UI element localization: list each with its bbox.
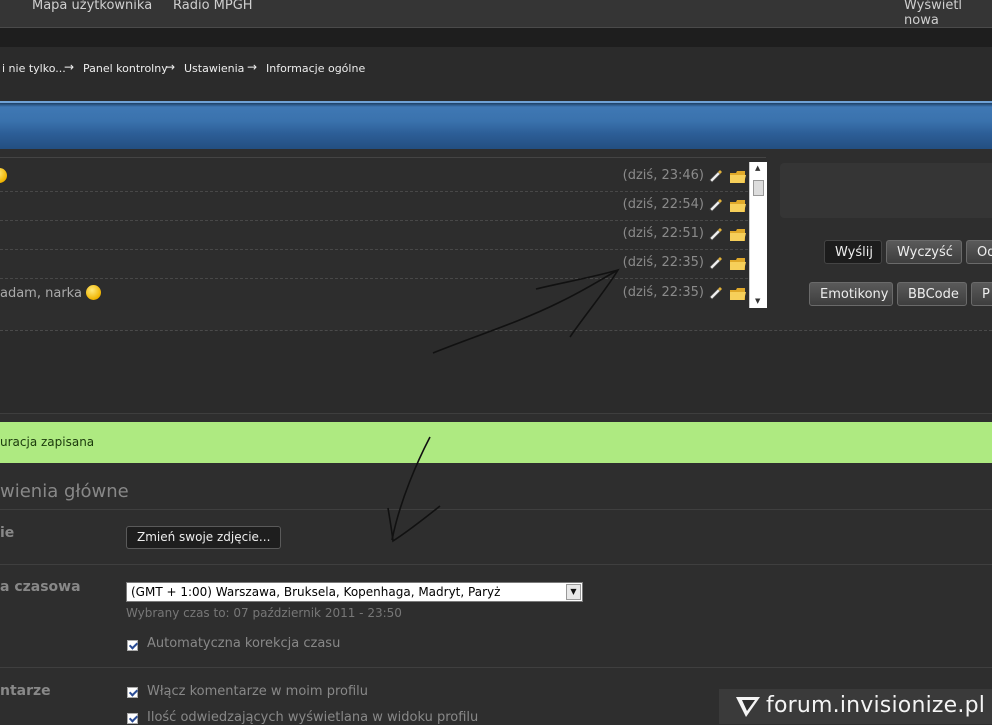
divider [0, 667, 992, 668]
timezone-select[interactable]: (GMT + 1:00) Warszawa, Bruksela, Kopenha… [126, 582, 583, 602]
auto-time-label: Automatyczna korekcja czasu [147, 636, 341, 651]
shout-time: (dziś, 22:51) [622, 226, 704, 241]
breadcrumb-separator: → [247, 60, 258, 74]
photo-label: ie [0, 525, 15, 541]
watermark-text: forum.invisionize.pl [766, 693, 986, 718]
shout-row: (dziś, 23:46) [0, 162, 748, 192]
breadcrumb-settings[interactable]: Ustawienia [184, 62, 244, 75]
nav-view-new[interactable]: Wyświetl nowa [904, 0, 992, 28]
edit-pencil-icon[interactable] [708, 196, 724, 212]
visitors-checkbox[interactable] [127, 713, 138, 724]
secondary-bar [0, 28, 992, 47]
tongue-smiley-icon [86, 285, 102, 300]
timezone-hint: Wybrany czas to: 07 październik 2011 - 2… [126, 606, 402, 620]
bbcode-button[interactable]: BBCode [897, 282, 967, 306]
spacer-area [0, 330, 992, 414]
breadcrumb-separator: → [165, 60, 176, 74]
send-button[interactable]: Wyślij [824, 240, 882, 264]
breadcrumb-general-info: Informacje ogólne [266, 62, 366, 75]
section-title: wienia główne [0, 481, 129, 502]
edit-pencil-icon[interactable] [708, 284, 724, 300]
dropdown-arrow-icon[interactable]: ▼ [566, 584, 581, 600]
breadcrumb: i nie tylko... → Panel kontrolny → Ustaw… [0, 47, 992, 101]
timezone-label: a czasowa [0, 579, 81, 595]
shout-time: (dziś, 22:35) [622, 255, 704, 270]
scroll-up-icon[interactable]: ▲ [755, 164, 760, 172]
timezone-value: (GMT + 1:00) Warszawa, Bruksela, Kopenha… [131, 585, 501, 599]
edit-pencil-icon[interactable] [708, 167, 724, 183]
shout-time: (dziś, 22:35) [622, 285, 704, 300]
success-text: uracja zapisana [0, 435, 95, 449]
edit-pencil-icon[interactable] [708, 254, 724, 270]
shout-text: adam, narka [0, 285, 102, 301]
divider [0, 509, 992, 510]
nav-radio[interactable]: Radio MPGH [173, 0, 253, 13]
shout-message: adam, narka [0, 286, 82, 301]
folder-icon[interactable] [730, 228, 746, 242]
shout-input[interactable] [780, 163, 992, 218]
settings-panel: wienia główne ie Zmień swoje zdjęcie... … [0, 463, 992, 725]
smiley-icon [0, 168, 7, 183]
clear-button[interactable]: Wyczyść [886, 240, 962, 264]
success-message: uracja zapisana [0, 422, 992, 463]
visitors-label: Ilość odwiedzających wyświetlana w widok… [147, 710, 479, 725]
breadcrumb-forum[interactable]: i nie tylko... [2, 62, 66, 75]
shout-row: adam, narka (dziś, 22:35) [0, 279, 748, 308]
shout-row: (dziś, 22:54) [0, 191, 748, 221]
od-button[interactable]: Od [966, 240, 992, 264]
folder-icon[interactable] [730, 199, 746, 213]
top-navigation: Mapa użytkownika Radio MPGH Wyświetl now… [0, 0, 992, 28]
folder-icon[interactable] [730, 287, 746, 301]
p-button[interactable]: P [971, 282, 992, 306]
shout-time: (dziś, 22:54) [622, 197, 704, 212]
shoutbox-header-bar [0, 101, 992, 149]
folder-icon[interactable] [730, 257, 746, 271]
shout-time: (dziś, 23:46) [622, 168, 704, 183]
invisionize-logo-icon [736, 697, 760, 717]
shout-text [0, 168, 7, 184]
breadcrumb-separator: → [64, 60, 75, 74]
shoutbox-scrollbar[interactable]: ▲ ▼ [749, 162, 767, 308]
watermark: forum.invisionize.pl [719, 689, 992, 724]
breadcrumb-control-panel[interactable]: Panel kontrolny [83, 62, 168, 75]
edit-pencil-icon[interactable] [708, 225, 724, 241]
divider [0, 564, 992, 565]
change-photo-button[interactable]: Zmień swoje zdjęcie... [126, 526, 282, 549]
comments-label: ntarze [0, 683, 51, 699]
shout-row: (dziś, 22:51) [0, 220, 748, 250]
shout-row: (dziś, 22:35) [0, 249, 748, 279]
scroll-thumb[interactable] [753, 180, 764, 196]
auto-time-checkbox[interactable] [127, 640, 138, 651]
nav-user-map[interactable]: Mapa użytkownika [32, 0, 152, 13]
folder-icon[interactable] [730, 170, 746, 184]
enable-comments-checkbox[interactable] [127, 687, 138, 698]
emoticons-button[interactable]: Emotikony [809, 282, 893, 306]
shoutbox-messages: (dziś, 23:46) (dziś, 22:54) (dziś, 22:51… [0, 157, 766, 310]
scroll-down-icon[interactable]: ▼ [755, 297, 760, 305]
enable-comments-label: Włącz komentarze w moim profilu [147, 684, 368, 699]
